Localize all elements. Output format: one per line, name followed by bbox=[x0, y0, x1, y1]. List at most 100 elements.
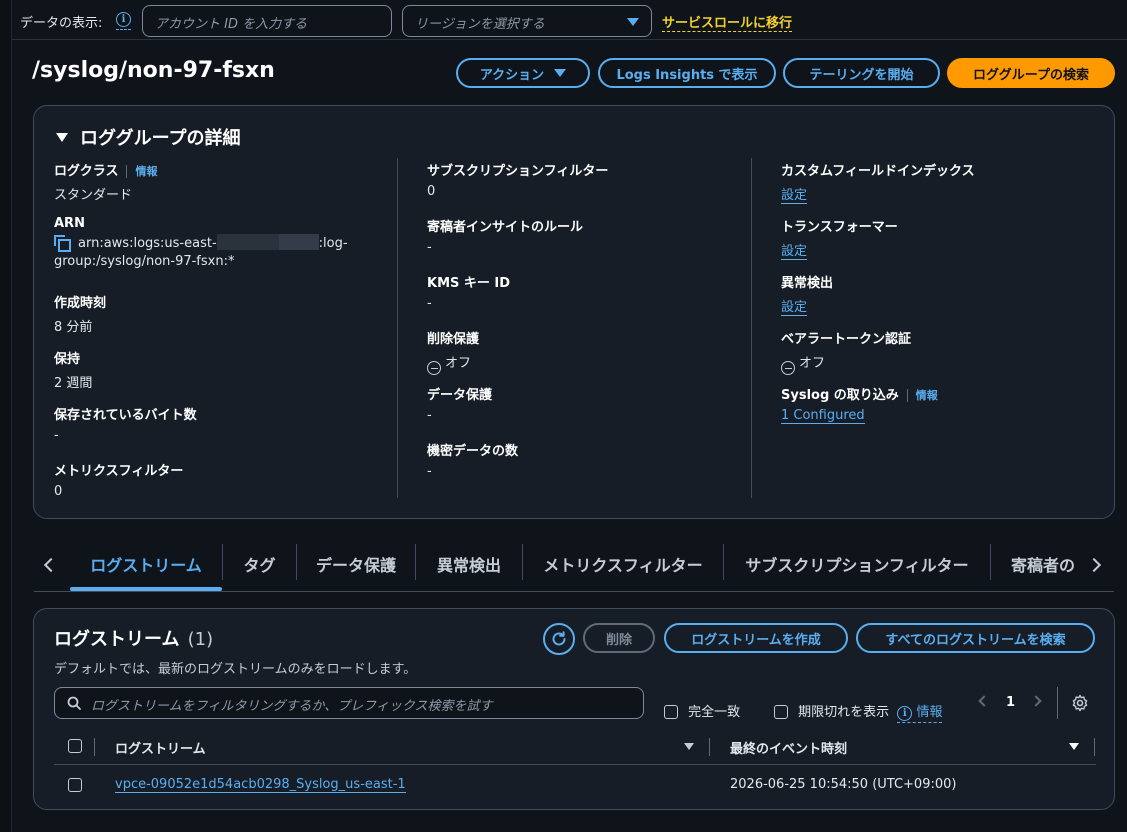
details-title: ロググループの詳細 bbox=[80, 128, 241, 149]
deletion-value: オフ bbox=[445, 356, 472, 371]
data-protection-key: データ保護 bbox=[427, 388, 493, 403]
pagination-divider bbox=[1057, 687, 1058, 719]
col-header-last-event[interactable]: 最終のイベント時刻 bbox=[730, 738, 847, 757]
copy-icon[interactable] bbox=[54, 235, 71, 252]
log-class-key: ログクラス bbox=[54, 164, 119, 179]
col-header-log-stream[interactable]: ログストリーム bbox=[115, 738, 206, 757]
column-divider bbox=[94, 738, 95, 756]
anomaly-field: 異常検出 設定 bbox=[781, 272, 833, 316]
tab-data-protection[interactable]: データ保護 bbox=[297, 546, 415, 582]
anomaly-link[interactable]: 設定 bbox=[781, 300, 808, 316]
row-checkbox[interactable] bbox=[68, 778, 82, 792]
log-class-info-link[interactable]: 情報 bbox=[126, 165, 158, 178]
info-icon: i bbox=[897, 706, 913, 721]
transformer-key: トランスフォーマー bbox=[781, 220, 898, 235]
sensitive-value: - bbox=[427, 464, 432, 479]
stream-filter-input[interactable]: ログストリームをフィルタリングするか、プレフィックス検索を試す bbox=[54, 687, 644, 719]
data-protection-value: - bbox=[427, 408, 432, 423]
streams-title: ログストリーム bbox=[54, 629, 180, 650]
sort-icon[interactable] bbox=[1069, 743, 1079, 750]
created-value: 8 分前 bbox=[54, 320, 93, 335]
actions-button[interactable]: アクション bbox=[456, 58, 590, 88]
search-all-streams-button[interactable]: すべてのログストリームを検索 bbox=[856, 623, 1095, 653]
select-all-checkbox[interactable] bbox=[68, 739, 82, 753]
custom-index-field: カスタムフィールドインデックス 設定 bbox=[781, 160, 975, 204]
refresh-icon bbox=[552, 631, 566, 646]
chevron-right-icon[interactable] bbox=[1086, 557, 1102, 573]
column-divider bbox=[397, 158, 398, 498]
contributor-value: - bbox=[427, 240, 432, 255]
log-streams-panel: ログストリーム (1) デフォルトでは、最新のログストリームのみをロードします。… bbox=[33, 608, 1115, 810]
sort-icon[interactable] bbox=[684, 743, 694, 750]
created-field: 作成時刻 8 分前 bbox=[54, 292, 106, 335]
region-select-placeholder: リージョンを選択する bbox=[415, 17, 545, 32]
off-status-icon bbox=[781, 361, 795, 376]
column-divider bbox=[751, 158, 752, 498]
subscription-value: 0 bbox=[427, 184, 436, 199]
exact-match-checkbox[interactable]: 完全一致 bbox=[664, 701, 740, 720]
show-expired-info[interactable]: i 情報 bbox=[897, 705, 943, 723]
chevron-left-icon[interactable] bbox=[978, 695, 990, 707]
checkbox[interactable] bbox=[664, 705, 678, 719]
retention-field: 保持 2 週間 bbox=[54, 348, 92, 391]
chevron-right-icon[interactable] bbox=[1030, 695, 1042, 707]
tab-metric-filters[interactable]: メトリクスフィルター bbox=[523, 546, 723, 582]
data-protection-field: データ保護 - bbox=[427, 384, 492, 423]
region-select[interactable]: リージョンを選択する bbox=[402, 5, 652, 37]
sensitive-field: 機密データの数 - bbox=[427, 440, 518, 479]
refresh-button[interactable] bbox=[543, 623, 575, 655]
syslog-key: Syslog の取り込み bbox=[781, 388, 899, 403]
contributor-field: 寄稿者インサイトのルール - bbox=[427, 216, 583, 255]
filter-placeholder: ログストリームをフィルタリングするか、プレフィックス検索を試す bbox=[91, 699, 493, 714]
logs-insights-button[interactable]: Logs Insights で表示 bbox=[598, 58, 776, 88]
start-tailing-button[interactable]: テーリングを開始 bbox=[783, 58, 940, 88]
bearer-key: ベアラートークン認証 bbox=[781, 332, 912, 347]
last-event-time: 2026-06-25 10:54:50 (UTC+09:00) bbox=[730, 777, 957, 792]
search-icon bbox=[67, 696, 81, 710]
tab-tags[interactable]: タグ bbox=[223, 546, 296, 582]
details-header[interactable]: ロググループの詳細 bbox=[56, 124, 241, 150]
custom-index-link[interactable]: 設定 bbox=[781, 188, 808, 204]
caret-down-icon bbox=[56, 132, 68, 142]
page-number[interactable]: 1 bbox=[1006, 695, 1015, 710]
transformer-link[interactable]: 設定 bbox=[781, 244, 808, 260]
deletion-key: 削除保護 bbox=[427, 332, 480, 347]
streams-header: ログストリーム (1) bbox=[54, 625, 213, 651]
delete-button[interactable]: 削除 bbox=[583, 623, 655, 653]
service-role-link[interactable]: サービスロールに移行 bbox=[662, 12, 793, 32]
info-link-label: 情報 bbox=[916, 705, 943, 720]
tab-subscription-filters[interactable]: サブスクリプションフィルター bbox=[724, 546, 990, 582]
chevron-down-icon bbox=[627, 18, 639, 26]
create-stream-button[interactable]: ログストリームを作成 bbox=[664, 623, 848, 653]
tab-log-streams[interactable]: ログストリーム bbox=[70, 546, 222, 582]
streams-count: (1) bbox=[187, 629, 214, 650]
gear-icon[interactable] bbox=[1071, 694, 1089, 712]
metric-filters-field: メトリクスフィルター 0 bbox=[54, 460, 183, 499]
top-bar: データの表示: i アカウント ID を入力する リージョンを選択する サービス… bbox=[12, 0, 1127, 40]
streams-description: デフォルトでは、最新のログストリームのみをロードします。 bbox=[54, 662, 417, 677]
search-log-group-button[interactable]: ロググループの検索 bbox=[947, 58, 1115, 88]
log-group-details-panel: ロググループの詳細 ログクラス 情報 スタンダード ARN arn:aws:log… bbox=[33, 105, 1115, 519]
log-stream-link[interactable]: vpce-09052e1d54acb0298_Syslog_us-east-1 bbox=[115, 777, 406, 793]
account-id-input[interactable]: アカウント ID を入力する bbox=[142, 5, 392, 37]
checkbox[interactable] bbox=[774, 705, 788, 719]
page-title: /syslog/non-97-fsxn bbox=[32, 58, 275, 83]
tab-anomaly-detection[interactable]: 異常検出 bbox=[416, 546, 522, 582]
tab-contributor-insights[interactable]: 寄稿者の bbox=[991, 546, 1085, 582]
redacted-block bbox=[216, 234, 279, 250]
retention-key: 保持 bbox=[54, 352, 81, 367]
stored-bytes-field: 保存されているバイト数 - bbox=[54, 404, 197, 443]
chevron-left-icon[interactable] bbox=[43, 557, 59, 573]
syslog-configured-link[interactable]: 1 Configured bbox=[781, 408, 865, 424]
chevron-down-icon bbox=[554, 69, 567, 77]
arn-line2: group:/syslog/non-97-fsxn:* bbox=[54, 254, 235, 269]
show-expired-checkbox[interactable]: 期限切れを表示 i 情報 bbox=[774, 701, 943, 723]
metric-filters-value: 0 bbox=[54, 484, 63, 499]
actions-button-label: アクション bbox=[479, 67, 545, 83]
tab-bar: ログストリーム タグ データ保護 異常検出 メトリクスフィルター サブスクリプシ… bbox=[34, 536, 1114, 592]
syslog-field: Syslog の取り込み 情報 1 Configured bbox=[781, 384, 938, 424]
syslog-info-link[interactable]: 情報 bbox=[906, 389, 938, 402]
stored-bytes-key: 保存されているバイト数 bbox=[54, 408, 197, 423]
display-info-icon[interactable]: i bbox=[116, 11, 131, 30]
sensitive-key: 機密データの数 bbox=[427, 444, 519, 459]
